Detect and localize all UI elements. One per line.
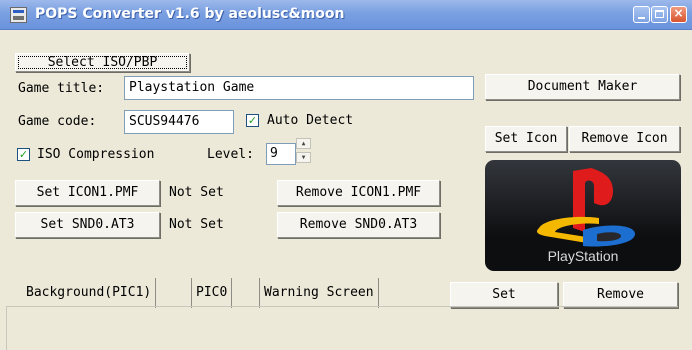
maximize-icon[interactable]: [651, 6, 668, 23]
set-icon-button[interactable]: Set Icon: [485, 126, 567, 152]
remove-snd0-at3-button[interactable]: Remove SND0.AT3: [277, 212, 440, 238]
close-icon[interactable]: ×: [670, 6, 687, 23]
set-snd0-at3-button[interactable]: Set SND0.AT3: [15, 212, 160, 238]
game-code-label: Game code:: [18, 114, 97, 129]
tab-pic0[interactable]: PIC0: [191, 278, 233, 308]
game-icon-preview: PlayStation: [485, 160, 681, 271]
remove-button[interactable]: Remove: [563, 282, 678, 308]
remove-icon-button[interactable]: Remove Icon: [569, 126, 680, 152]
remove-icon1-pmf-button[interactable]: Remove ICON1.PMF: [277, 180, 440, 206]
snd0-at3-status: Not Set: [169, 217, 224, 232]
iso-compression-checkbox[interactable]: ✓: [17, 148, 30, 161]
level-input[interactable]: 9: [266, 143, 296, 165]
set-button[interactable]: Set: [450, 282, 558, 308]
set-icon1-pmf-button[interactable]: Set ICON1.PMF: [15, 180, 160, 206]
level-down-icon[interactable]: ▼: [296, 152, 311, 163]
auto-detect-checkbox[interactable]: ✓: [246, 114, 259, 127]
select-iso-pbp-button[interactable]: Select ISO/PBP: [15, 53, 190, 72]
level-up-icon[interactable]: ▲: [296, 138, 311, 149]
tab-warning-screen[interactable]: Warning Screen: [259, 278, 379, 308]
minimize-icon[interactable]: [633, 6, 650, 23]
tab-panel: [6, 306, 678, 350]
auto-detect-label: Auto Detect: [267, 113, 354, 128]
window-title: POPS Converter v1.6 by aeolusc&moon: [35, 6, 345, 22]
app-icon: [10, 7, 27, 23]
icon1-pmf-status: Not Set: [169, 185, 224, 200]
tab-background-pic1[interactable]: Background(PIC1): [22, 278, 157, 308]
title-bar[interactable]: POPS Converter v1.6 by aeolusc&moon ×: [0, 0, 692, 30]
game-code-input[interactable]: SCUS94476: [124, 110, 234, 134]
iso-compression-label: ISO Compression: [37, 147, 155, 162]
game-title-input[interactable]: Playstation Game: [124, 76, 474, 100]
logo-caption: PlayStation: [548, 248, 619, 264]
playstation-logo-icon: PlayStation: [537, 168, 635, 264]
app-window: POPS Converter v1.6 by aeolusc&moon × Se…: [0, 0, 692, 350]
game-title-label: Game title:: [18, 81, 105, 96]
level-label: Level:: [207, 147, 254, 162]
document-maker-button[interactable]: Document Maker: [485, 74, 680, 100]
